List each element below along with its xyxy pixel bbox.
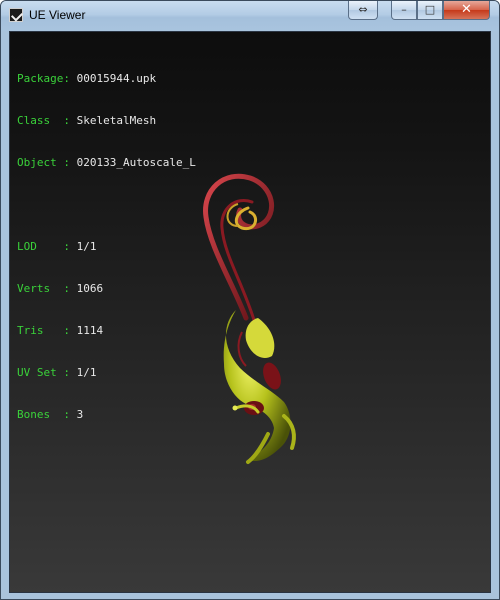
red-stripe xyxy=(237,331,247,367)
window-title: UE Viewer xyxy=(29,8,86,22)
title-bar[interactable]: UE Viewer ⇔ – □ ✕ xyxy=(1,1,499,31)
tail-outer-curl xyxy=(203,173,274,321)
double-arrow-icon: ⇔ xyxy=(358,3,368,16)
close-icon: ✕ xyxy=(461,2,472,17)
antenna-tip xyxy=(232,405,238,411)
minimize-button[interactable]: – xyxy=(391,1,417,20)
app-icon xyxy=(9,8,23,22)
swap-screen-button[interactable]: ⇔ xyxy=(348,1,378,20)
3d-viewport[interactable]: Package: 00015944.upk Class : SkeletalMe… xyxy=(9,31,491,593)
close-button[interactable]: ✕ xyxy=(443,1,490,20)
ue-viewer-window: UE Viewer ⇔ – □ ✕ Package: 00015944.upk … xyxy=(0,0,500,600)
maximize-button[interactable]: □ xyxy=(417,1,443,20)
skeletal-mesh-render xyxy=(203,173,296,464)
maximize-icon: □ xyxy=(424,3,436,16)
body-upper xyxy=(245,318,275,359)
minimize-icon: – xyxy=(401,3,407,16)
